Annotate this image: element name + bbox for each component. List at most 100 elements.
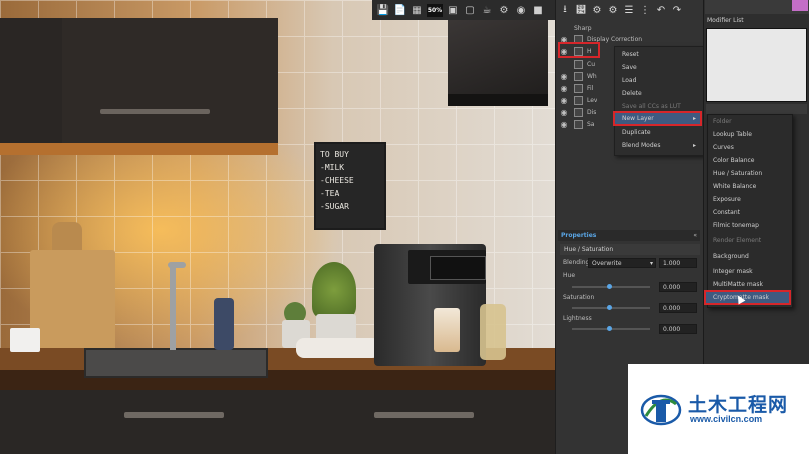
submenu-integer-mask[interactable]: Integer mask bbox=[713, 265, 789, 278]
redo-icon[interactable]: ↷ bbox=[670, 3, 684, 17]
range-hood-bottom bbox=[448, 94, 548, 106]
region-icon[interactable]: ▦ bbox=[410, 3, 424, 17]
range-hood bbox=[448, 18, 548, 106]
menu-item-load[interactable]: Load bbox=[622, 75, 700, 87]
submenu-multimatte-mask[interactable]: MultiMatte mask bbox=[713, 278, 789, 291]
layer-label: Dis bbox=[587, 109, 597, 116]
menu-item-new-layer[interactable]: New Layer ▸ bbox=[622, 113, 700, 125]
menu-item-reset[interactable]: Reset bbox=[622, 49, 700, 61]
zoom-level[interactable]: 50% bbox=[427, 3, 443, 17]
submenu-cryptomatte-mask[interactable]: Cryptomatte mask bbox=[713, 291, 789, 304]
curves-icon bbox=[574, 60, 583, 69]
display-icon bbox=[574, 108, 583, 117]
frame-icon[interactable]: ▣ bbox=[446, 3, 460, 17]
properties-title: Properties bbox=[561, 232, 597, 239]
document-icon[interactable]: 📄 bbox=[393, 3, 407, 17]
eye-icon[interactable]: ◉ bbox=[558, 72, 570, 81]
render-icon[interactable]: ⚙ bbox=[497, 3, 511, 17]
hue-value-field[interactable]: 0.000 bbox=[659, 282, 697, 292]
layer-row[interactable]: ◉ Sa bbox=[558, 118, 614, 131]
jar bbox=[480, 304, 506, 360]
object-color-swatch[interactable] bbox=[792, 0, 808, 11]
saturation-slider-knob[interactable] bbox=[607, 305, 612, 310]
faucet-spout bbox=[168, 262, 186, 268]
menu-item-label: Blend Modes bbox=[622, 142, 661, 149]
hue-label: Hue bbox=[563, 272, 576, 279]
blending-mode-select[interactable]: Overwrite ▾ bbox=[588, 258, 656, 268]
cabinet-edge bbox=[0, 143, 278, 155]
crop-icon[interactable]: ▢ bbox=[463, 3, 477, 17]
layer-label: Wh bbox=[587, 73, 597, 80]
saturation-value-field[interactable]: 0.000 bbox=[659, 303, 697, 313]
layer-label: Sharp bbox=[574, 25, 592, 32]
eye-icon[interactable]: ◉ bbox=[558, 84, 570, 93]
plates bbox=[296, 338, 380, 358]
eye-icon[interactable]: ◉ bbox=[558, 108, 570, 117]
submenu-curves[interactable]: Curves bbox=[713, 141, 789, 154]
watermark-url: www.civilcn.com bbox=[690, 414, 763, 424]
render-viewport[interactable]: TO BUY -MILK -CHEESE -TEA -SUGAR bbox=[0, 0, 555, 454]
submenu-hue-saturation[interactable]: Hue / Saturation bbox=[713, 167, 789, 180]
mug bbox=[10, 328, 40, 352]
save-icon[interactable]: 💾 bbox=[376, 3, 390, 17]
remove-layer-icon[interactable]: ⭴ bbox=[574, 3, 588, 17]
submenu-background[interactable]: Background bbox=[713, 250, 789, 263]
save-layer-icon[interactable]: ⚙ bbox=[590, 3, 604, 17]
menu-icon[interactable]: ⋮ bbox=[638, 3, 652, 17]
menu-item-duplicate[interactable]: Duplicate bbox=[622, 127, 700, 139]
submenu-filmic-tonemap[interactable]: Filmic tonemap bbox=[713, 219, 789, 232]
collapse-icon[interactable]: « bbox=[693, 232, 697, 239]
properties-layer-name: Hue / Saturation bbox=[560, 244, 700, 255]
load-layer-icon[interactable]: ⚙ bbox=[606, 3, 620, 17]
lower-cabinet bbox=[0, 390, 555, 454]
modifier-toolbar bbox=[706, 104, 807, 114]
layer-label: Fil bbox=[587, 85, 594, 92]
submenu-lookup-table[interactable]: Lookup Table bbox=[713, 128, 789, 141]
cabinet-handle bbox=[100, 109, 210, 114]
hue-slider-knob[interactable] bbox=[607, 284, 612, 289]
submenu-arrow-icon: ▸ bbox=[692, 142, 696, 149]
submenu-render-element: Render Element bbox=[713, 237, 762, 244]
undo-icon[interactable]: ↶ bbox=[654, 3, 668, 17]
submenu-arrow-icon: ▸ bbox=[692, 115, 696, 122]
submenu-exposure[interactable]: Exposure bbox=[713, 193, 789, 206]
saturation-label: Saturation bbox=[563, 294, 595, 301]
menu-item-save[interactable]: Save bbox=[622, 62, 700, 74]
submenu-constant[interactable]: Constant bbox=[713, 206, 789, 219]
viewport-toolbar: 💾 📄 ▦ 50% ▣ ▢ ☕ ⚙ ◉ ■ bbox=[372, 0, 555, 20]
chevron-down-icon: ▾ bbox=[649, 260, 653, 267]
watermark-logo-icon bbox=[640, 394, 682, 426]
modifier-stack-list[interactable] bbox=[706, 28, 807, 102]
eye-icon[interactable]: ◉ bbox=[558, 96, 570, 105]
menu-item-label: New Layer bbox=[622, 115, 654, 122]
lightness-slider-knob[interactable] bbox=[607, 326, 612, 331]
interactive-render-icon[interactable]: ◉ bbox=[514, 3, 528, 17]
layer-label: Lev bbox=[587, 97, 598, 104]
coffee-machine-display bbox=[430, 256, 486, 280]
submenu-folder: Folder bbox=[713, 118, 732, 125]
modifier-list-label[interactable]: Modifier List bbox=[707, 17, 744, 24]
list-icon[interactable]: ☰ bbox=[622, 3, 636, 17]
sink bbox=[84, 348, 268, 378]
stop-icon[interactable]: ■ bbox=[531, 3, 545, 17]
eye-icon[interactable]: ◉ bbox=[558, 120, 570, 129]
layer-label: Cu bbox=[587, 61, 595, 68]
lightness-value-field[interactable]: 0.000 bbox=[659, 324, 697, 334]
lightness-label: Lightness bbox=[563, 315, 592, 322]
teapot-icon[interactable]: ☕ bbox=[480, 3, 494, 17]
watermark-name: 土木工程网 bbox=[688, 394, 789, 416]
blending-amount-field[interactable]: 1.000 bbox=[659, 258, 697, 268]
cutting-board bbox=[30, 250, 115, 350]
layer-label: Sa bbox=[587, 121, 595, 128]
menu-item-delete[interactable]: Delete bbox=[622, 88, 700, 100]
selected-layer-highlight bbox=[558, 42, 600, 58]
menu-item-save-all-lut: Save all CCs as LUT bbox=[622, 103, 681, 110]
levels-icon bbox=[574, 96, 583, 105]
lower-cabinet-handle bbox=[124, 412, 224, 418]
menu-item-blend-modes[interactable]: Blend Modes ▸ bbox=[622, 140, 700, 152]
submenu-color-balance[interactable]: Color Balance bbox=[713, 154, 789, 167]
faucet bbox=[170, 265, 176, 350]
latte-glass bbox=[434, 308, 460, 352]
add-layer-icon[interactable]: ⭳ bbox=[558, 3, 572, 17]
submenu-white-balance[interactable]: White Balance bbox=[713, 180, 789, 193]
